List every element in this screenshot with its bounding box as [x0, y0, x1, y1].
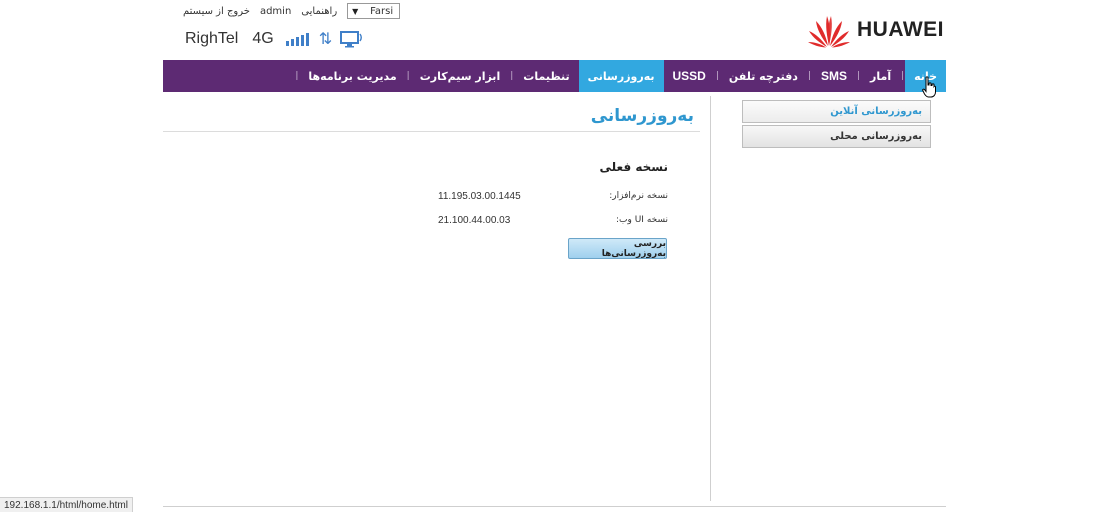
webui-version-label: نسخه UI وب:: [616, 215, 668, 225]
language-value: Farsi: [370, 5, 394, 17]
nav-separator: |: [510, 71, 514, 81]
nav-separator: |: [901, 71, 905, 81]
nav-sim-tools[interactable]: ابزار سیم‌کارت: [411, 60, 510, 92]
huawei-petals-icon: [808, 16, 850, 48]
main-nav: خانه | آمار | SMS | دفترچه تلفن | USSD ب…: [163, 60, 946, 92]
logo-text: HUAWEI: [857, 18, 944, 41]
footer-divider: [163, 506, 946, 507]
nav-phonebook[interactable]: دفترچه تلفن: [720, 60, 807, 92]
network-type: 4G: [252, 30, 274, 47]
nav-statistics[interactable]: آمار: [861, 60, 900, 92]
webui-version-row: نسخه UI وب: 21.100.44.00.03: [438, 215, 668, 226]
monitor-icon: [340, 30, 363, 47]
nav-ussd[interactable]: USSD: [664, 60, 715, 92]
language-select[interactable]: ▼ Farsi: [347, 3, 401, 19]
software-version-value: 11.195.03.00.1445: [438, 191, 521, 202]
check-updates-button[interactable]: بررسی به‌روزرسانی‌ها: [568, 238, 667, 259]
section-title: نسخه فعلی: [599, 160, 669, 174]
status-url: 192.168.1.1/html/home.html: [4, 499, 128, 511]
software-version-label: نسخه نرم‌افزار:: [609, 191, 668, 201]
nav-sms[interactable]: SMS: [812, 60, 856, 92]
carrier-name: RighTel: [185, 30, 239, 47]
nav-app-management[interactable]: مدیریت برنامه‌ها: [299, 60, 405, 92]
sidebar: به‌روزرسانی آنلاین به‌روزرسانی محلی: [742, 100, 931, 150]
help-link[interactable]: راهنمایی: [301, 6, 337, 17]
sidebar-item-local-update[interactable]: به‌روزرسانی محلی: [742, 125, 931, 148]
up-down-arrows-icon: ⇅: [318, 29, 333, 48]
nav-separator: |: [807, 71, 811, 81]
nav-settings[interactable]: تنظیمات: [514, 60, 578, 92]
browser-status-bar: 192.168.1.1/html/home.html: [0, 497, 133, 512]
page-title: به‌روزرسانی: [590, 106, 694, 126]
software-version-row: نسخه نرم‌افزار: 11.195.03.00.1445: [438, 191, 668, 202]
nav-separator: |: [406, 71, 410, 81]
nav-separator: |: [715, 71, 719, 81]
top-links: خروج از سیستم admin راهنمایی ▼ Farsi: [183, 3, 401, 19]
title-divider: [163, 131, 700, 132]
hand-pointer-icon: [922, 76, 936, 98]
nav-separator: |: [295, 71, 299, 81]
username: admin: [259, 5, 292, 17]
huawei-logo: HUAWEI: [807, 12, 944, 48]
nav-separator: |: [857, 71, 861, 81]
webui-version-value: 21.100.44.00.03: [438, 215, 511, 226]
sidebar-item-online-update[interactable]: به‌روزرسانی آنلاین: [742, 100, 931, 123]
chevron-down-icon: ▼: [352, 6, 359, 16]
status-row: RighTel 4G ⇅: [185, 28, 364, 50]
logout-link[interactable]: خروج از سیستم: [183, 6, 250, 17]
column-divider: [710, 96, 711, 501]
signal-bars-icon: [285, 32, 309, 46]
router-web-ui: خروج از سیستم admin راهنمایی ▼ Farsi Rig…: [163, 0, 946, 512]
nav-update[interactable]: به‌روزرسانی: [578, 60, 664, 92]
